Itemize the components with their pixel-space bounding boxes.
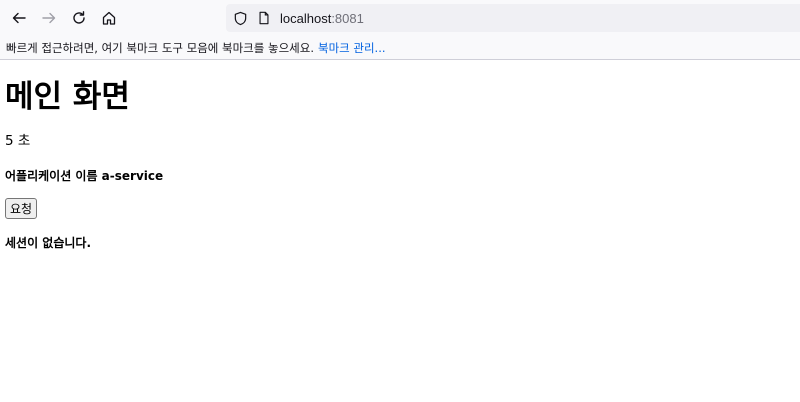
home-icon [102,11,116,25]
back-icon [12,12,26,24]
request-button[interactable]: 요청 [5,198,38,219]
page-icon[interactable] [256,10,272,26]
forward-button[interactable] [34,3,64,33]
forward-icon [42,12,56,24]
back-button[interactable] [4,3,34,33]
home-button[interactable] [94,3,124,33]
manage-bookmarks-link[interactable]: 북마크 관리... [318,40,386,56]
shield-icon[interactable] [232,10,248,26]
reload-icon [73,11,85,24]
page-content: 메인 화면 5 초 어플리케이션 이름 a-service 요청 세션이 없습니… [0,78,800,251]
url-host: localhost [280,10,332,26]
timer-text: 5 초 [5,133,31,149]
bookmarks-hint: 빠르게 접근하려면, 여기 북마크 도구 모음에 북마크를 놓으세요. [6,40,314,55]
url-text[interactable]: localhost:8081 [280,11,364,26]
browser-toolbar: localhost:8081 [0,0,800,36]
reload-button[interactable] [64,3,94,33]
address-bar[interactable]: localhost:8081 [226,4,800,32]
bookmarks-toolbar: 빠르게 접근하려면, 여기 북마크 도구 모음에 북마크를 놓으세요. 북마크 … [0,36,800,60]
url-port: :8081 [331,10,364,26]
session-status: 세션이 없습니다. [5,236,92,250]
page-title: 메인 화면 [5,79,130,115]
application-name: 어플리케이션 이름 a-service [5,169,164,183]
